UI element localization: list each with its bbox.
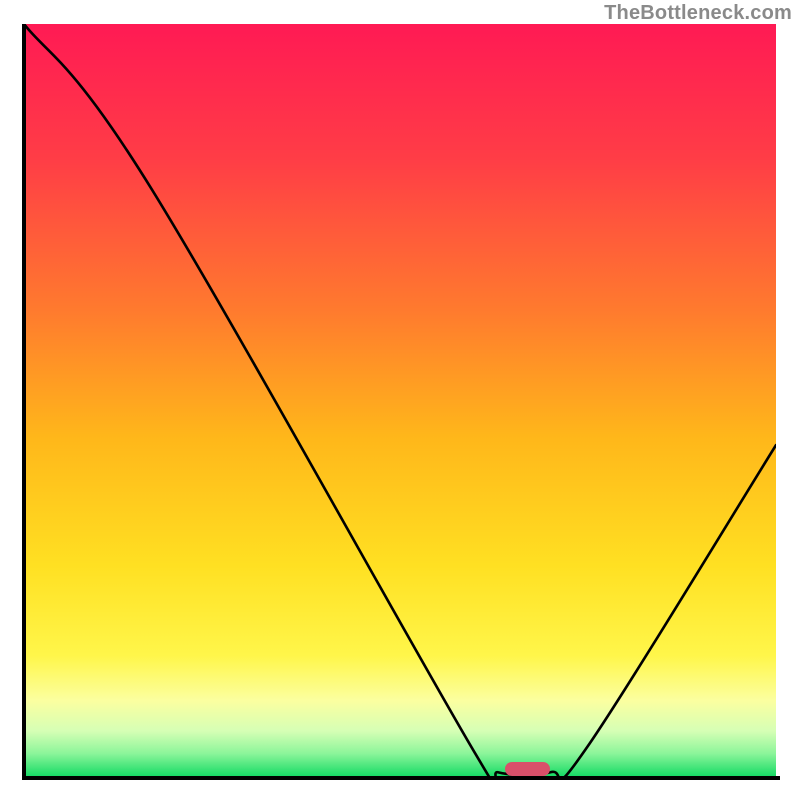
x-axis bbox=[22, 776, 780, 780]
chart-line-layer bbox=[24, 24, 776, 776]
chart-canvas: TheBottleneck.com bbox=[0, 0, 800, 800]
bottleneck-curve bbox=[24, 24, 776, 776]
watermark-text: TheBottleneck.com bbox=[604, 2, 792, 25]
y-axis bbox=[22, 24, 26, 780]
optimal-marker bbox=[505, 762, 550, 776]
plot-area bbox=[24, 24, 776, 776]
